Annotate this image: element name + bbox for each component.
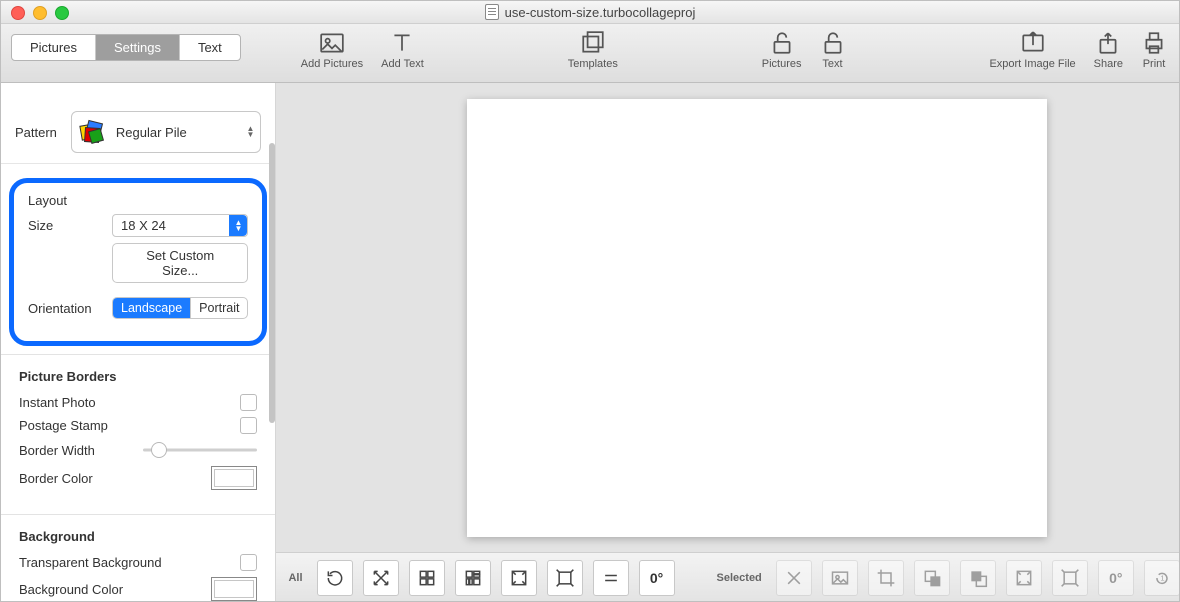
zoom-window-button[interactable] xyxy=(55,6,69,20)
postage-stamp-label: Postage Stamp xyxy=(19,418,230,433)
reset-rotation-button[interactable]: 0° xyxy=(639,560,675,596)
shuffle-all-button[interactable] xyxy=(317,560,353,596)
fit-button[interactable] xyxy=(501,560,537,596)
delete-selected-button[interactable] xyxy=(776,560,812,596)
border-width-label: Border Width xyxy=(19,443,133,458)
size-label: Size xyxy=(28,218,102,233)
titlebar: use-custom-size.turbocollageproj xyxy=(1,1,1179,24)
size-select[interactable]: 18 X 24 ▲▼ xyxy=(112,214,248,237)
shuffle-button[interactable] xyxy=(363,560,399,596)
orientation-portrait[interactable]: Portrait xyxy=(190,298,247,318)
export-button[interactable]: Export Image File xyxy=(989,30,1075,70)
unlock-icon xyxy=(769,30,795,56)
transparent-bg-checkbox[interactable] xyxy=(240,554,257,571)
main-area: Pattern Regular Pile ▲▼ Layout Size 18 X… xyxy=(1,83,1179,602)
mode-pictures[interactable]: Pictures xyxy=(12,35,95,60)
sidebar-scrollbar[interactable] xyxy=(267,143,275,602)
border-color-label: Border Color xyxy=(19,471,201,486)
borders-panel: Picture Borders Instant Photo Postage St… xyxy=(1,354,275,514)
background-color-swatch[interactable] xyxy=(211,577,257,601)
templates-icon xyxy=(580,30,606,56)
border-width-slider[interactable] xyxy=(143,440,257,460)
window-title: use-custom-size.turbocollageproj xyxy=(485,4,696,20)
border-color-swatch[interactable] xyxy=(211,466,257,490)
svg-text:1: 1 xyxy=(1160,574,1164,583)
selected-section-label: Selected xyxy=(717,572,762,584)
canvas-bottom-toolbar: All 0° Selected 0° 1 1 xyxy=(276,552,1180,602)
share-icon xyxy=(1095,30,1121,56)
stepper-arrows-icon: ▲▼ xyxy=(247,126,255,138)
unlock-icon xyxy=(820,30,846,56)
document-title-text: use-custom-size.turbocollageproj xyxy=(505,5,696,20)
pattern-label: Pattern xyxy=(15,125,57,140)
mode-settings[interactable]: Settings xyxy=(95,35,179,60)
templates-button[interactable]: Templates xyxy=(568,30,618,70)
rotate-cw-button[interactable]: 1 xyxy=(1144,560,1180,596)
print-icon xyxy=(1141,30,1167,56)
size-value: 18 X 24 xyxy=(121,218,166,233)
postage-stamp-checkbox[interactable] xyxy=(240,417,257,434)
text-icon xyxy=(389,30,415,56)
fill-selected-button[interactable] xyxy=(1052,560,1088,596)
equalize-button[interactable] xyxy=(593,560,629,596)
collage-canvas[interactable] xyxy=(467,99,1047,537)
stepper-arrows-icon: ▲▼ xyxy=(229,215,247,236)
pattern-select[interactable]: Regular Pile ▲▼ xyxy=(71,111,262,153)
all-section-label: All xyxy=(288,572,302,584)
background-panel: Background Transparent Background Backgr… xyxy=(1,514,275,602)
set-custom-size-button[interactable]: Set Custom Size... xyxy=(112,243,248,283)
window-controls xyxy=(11,6,69,20)
orientation-landscape[interactable]: Landscape xyxy=(113,298,190,318)
add-pictures-button[interactable]: Add Pictures xyxy=(301,30,363,70)
minimize-window-button[interactable] xyxy=(33,6,47,20)
layout-panel-highlight: Layout Size 18 X 24 ▲▼ Set Custom Size..… xyxy=(9,178,267,346)
canvas-area: All 0° Selected 0° 1 1 xyxy=(276,83,1180,602)
transparent-bg-label: Transparent Background xyxy=(19,555,230,570)
mode-text[interactable]: Text xyxy=(179,35,240,60)
close-window-button[interactable] xyxy=(11,6,25,20)
mode-segmented-control: Pictures Settings Text xyxy=(11,34,241,61)
grid-4-button[interactable] xyxy=(409,560,445,596)
pattern-row: Pattern Regular Pile ▲▼ xyxy=(1,83,275,164)
lock-text-button[interactable]: Text xyxy=(820,30,846,70)
instant-photo-checkbox[interactable] xyxy=(240,394,257,411)
share-button[interactable]: Share xyxy=(1094,30,1123,70)
regular-pile-icon xyxy=(78,118,106,146)
settings-sidebar: Pattern Regular Pile ▲▼ Layout Size 18 X… xyxy=(1,83,276,602)
layout-heading: Layout xyxy=(28,193,248,208)
bring-forward-button[interactable] xyxy=(914,560,950,596)
grid-mixed-button[interactable] xyxy=(455,560,491,596)
app-window: use-custom-size.turbocollageproj Picture… xyxy=(0,0,1180,602)
crop-button[interactable] xyxy=(868,560,904,596)
reset-rotation-selected-button[interactable]: 0° xyxy=(1098,560,1134,596)
orientation-label: Orientation xyxy=(28,301,102,316)
add-text-button[interactable]: Add Text xyxy=(381,30,424,70)
picture-icon xyxy=(319,30,345,56)
print-button[interactable]: Print xyxy=(1141,30,1167,70)
export-icon xyxy=(1020,30,1046,56)
replace-picture-button[interactable] xyxy=(822,560,858,596)
background-heading: Background xyxy=(19,529,257,544)
pattern-value: Regular Pile xyxy=(116,125,187,140)
lock-pictures-button[interactable]: Pictures xyxy=(762,30,802,70)
background-color-label: Background Color xyxy=(19,582,201,597)
fit-selected-button[interactable] xyxy=(1006,560,1042,596)
fill-button[interactable] xyxy=(547,560,583,596)
toolbar: Pictures Settings Text Add Pictures Add … xyxy=(1,24,1179,83)
borders-heading: Picture Borders xyxy=(19,369,257,384)
instant-photo-label: Instant Photo xyxy=(19,395,230,410)
document-icon xyxy=(485,4,499,20)
send-backward-button[interactable] xyxy=(960,560,996,596)
orientation-segment: Landscape Portrait xyxy=(112,297,248,319)
canvas-viewport xyxy=(276,83,1180,552)
